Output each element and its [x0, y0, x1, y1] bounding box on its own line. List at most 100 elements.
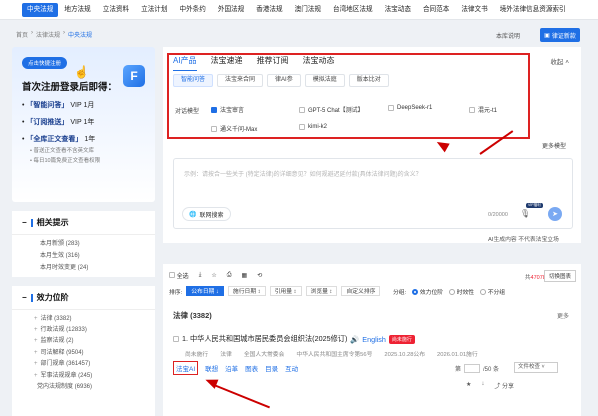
level-label: 党内法规制度 (6936) — [37, 383, 93, 390]
level-judicial[interactable]: + 司法解释 (9504) — [12, 347, 155, 358]
chart-icon[interactable]: ▦ — [242, 272, 248, 279]
level-dept[interactable]: + 部门规章 (361457) — [12, 359, 155, 370]
benefit-value: VIP 1年 — [70, 119, 95, 126]
nav-local[interactable]: 地方法规 — [58, 0, 96, 20]
expand-icon[interactable]: + — [34, 372, 38, 380]
web-search-toggle[interactable]: 🌐 联网搜索 — [182, 207, 231, 221]
related-effective[interactable]: 本月生效 (316) — [12, 250, 155, 262]
result-item-title[interactable]: 1. 中华人民共和国城市居民委员会组织法(2025修订) 🔊 English 尚… — [173, 334, 415, 344]
group-none[interactable]: 不分组 — [480, 287, 505, 296]
select-all[interactable]: 全选 — [169, 271, 189, 280]
library-help-link[interactable]: 本库说明 — [496, 31, 520, 40]
microphone-icon[interactable]: 🎙 — [520, 209, 530, 218]
group-validity[interactable]: 时效性 — [449, 287, 474, 296]
pay-button[interactable]: ▣ 律证新款 — [540, 28, 580, 42]
nav-hk[interactable]: 香港法规 — [250, 0, 288, 20]
checkbox[interactable] — [173, 336, 179, 342]
level-party[interactable]: 党内法规制度 (6936) — [12, 381, 155, 392]
benefit-value: 1年 — [84, 136, 96, 143]
nav-legislation[interactable]: 立法资料 — [97, 0, 135, 20]
level-label: 军事法规规章 (245) — [40, 372, 93, 379]
benefit-name: 「全库正文查看」 — [26, 136, 83, 143]
nav-foreign[interactable]: 外国法规 — [212, 0, 250, 20]
nav-taiwan[interactable]: 台湾地区法规 — [327, 0, 379, 20]
radio[interactable] — [480, 289, 487, 296]
switch-chart-button[interactable]: 切换图表 — [544, 270, 577, 282]
related-changed[interactable]: 本月时效变更 (24) — [12, 262, 155, 274]
benefit-fulltext: • 「全库正文查看」 1年 — [22, 136, 96, 143]
english-link[interactable]: English — [362, 335, 386, 344]
radio[interactable] — [449, 289, 456, 296]
result-actions: 法宝AI 联想 沿革 图表 目录 互动 — [173, 361, 298, 375]
nav-plan[interactable]: 立法计划 — [135, 0, 173, 20]
download-icon[interactable]: ↓ — [481, 381, 484, 390]
collapse-button[interactable]: 收起 ˄ — [550, 56, 569, 66]
link-association[interactable]: 联想 — [205, 363, 218, 375]
level-law[interactable]: + 法律 (3382) — [12, 313, 155, 324]
nav-news[interactable]: 法宝动态 — [379, 0, 417, 20]
highlight-box-ai — [167, 53, 530, 139]
crumb-laws[interactable]: 法律法规 — [36, 30, 60, 39]
section-more-link[interactable]: 更多 — [557, 311, 569, 320]
sort-effective-date[interactable]: 施行日期 ↕ — [227, 286, 266, 296]
print-icon[interactable]: ⎙ — [227, 272, 232, 279]
speaker-icon[interactable]: 🔊 — [350, 335, 359, 344]
level-supervision[interactable]: + 监察法规 (2) — [12, 336, 155, 347]
level-military[interactable]: + 军事法规规章 (245) — [12, 370, 155, 381]
select-all-label: 全选 — [176, 274, 189, 280]
levels-title[interactable]: − 效力位阶 — [12, 286, 155, 310]
meta-issuer: 全国人大常委会 — [243, 352, 285, 358]
levels-panel: − 效力位阶 + 法律 (3382) + 行政法规 (12833) + 监察法规 (2)… — [12, 286, 155, 416]
nav-overseas[interactable]: 境外法律信息资源索引 — [494, 0, 572, 20]
fabao-ai-link[interactable]: 法宝AI — [173, 361, 199, 375]
link-history[interactable]: 沿革 — [225, 363, 238, 375]
favorite-icon[interactable]: ★ — [466, 381, 471, 390]
meta-effective-date: 2026.01.01施行 — [437, 352, 478, 358]
result-title-text[interactable]: 1. 中华人民共和国城市居民委员会组织法(2025修订) — [182, 334, 347, 344]
link-interact[interactable]: 互动 — [285, 363, 298, 375]
send-arrow-icon: ➤ — [552, 211, 558, 218]
send-button[interactable]: ➤ — [548, 207, 562, 221]
sort-custom[interactable]: 自定义排序 — [341, 286, 381, 296]
checkbox[interactable] — [169, 272, 175, 278]
sort-publish-date[interactable]: 公布日期 ↓ — [186, 286, 224, 296]
nav-docs[interactable]: 法律文书 — [455, 0, 493, 20]
level-label: 部门规章 (361457) — [40, 361, 91, 368]
nav-macau[interactable]: 澳门法规 — [289, 0, 327, 20]
clear-icon[interactable]: ⟲ — [257, 272, 262, 279]
share-button[interactable]: ⤴ 分享 — [494, 381, 514, 390]
link-toc[interactable]: 目录 — [265, 363, 278, 375]
group-label: 分组: — [393, 290, 407, 296]
expand-icon[interactable]: + — [34, 349, 38, 357]
expand-icon[interactable]: + — [34, 360, 38, 368]
nav-central[interactable]: 中央法规 — [22, 2, 59, 17]
level-label: 行政法规 (12833) — [40, 326, 87, 333]
results-panel: 全选 ⤓ ☆ ⎙ ▦ ⟲ 共470787篇 切换图表 排序: 公布日期 ↓ 施行… — [163, 264, 581, 416]
section-title: 法律 (3382) — [173, 311, 212, 320]
crumb-home[interactable]: 首页 — [16, 30, 28, 39]
question-input[interactable]: 示例：请按合一些关于 (特定法律)的详细意见？如何规避迟延付款(具体法律问题)的… — [173, 158, 573, 229]
level-admin[interactable]: + 行政法规 (12833) — [12, 324, 155, 335]
link-chart[interactable]: 图表 — [245, 363, 258, 375]
radio-selected[interactable] — [412, 289, 419, 296]
related-title[interactable]: − 相关提示 — [12, 211, 155, 235]
quick-register-tag[interactable]: 点击快捷注册 — [22, 57, 68, 69]
input-placeholder: 示例：请按合一些关于 (特定法律)的详细意见？如何规避迟延付款(具体法律问题)的… — [184, 172, 422, 178]
file-compare-select[interactable]: 文件校查 ˅ — [514, 362, 558, 373]
nav-contract[interactable]: 合同范本 — [417, 0, 455, 20]
page-label: 第 — [455, 367, 462, 373]
register-promo[interactable]: 点击快捷注册 ☝ F 首次注册登录后即得： • 「智能问答」 VIP 1月 • … — [12, 47, 155, 202]
expand-icon[interactable]: + — [34, 337, 38, 345]
sort-citations[interactable]: 引用量 ↕ — [269, 286, 302, 296]
more-models-link[interactable]: 更多模型 — [542, 141, 566, 150]
article-number-input[interactable] — [464, 364, 481, 373]
sort-views[interactable]: 浏览量 ↕ — [305, 286, 338, 296]
meta-status: 尚未施行 — [185, 352, 209, 358]
expand-icon[interactable]: + — [34, 326, 38, 334]
related-new[interactable]: 本月新颁 (283) — [12, 238, 155, 250]
star-icon[interactable]: ☆ — [211, 272, 216, 279]
group-level[interactable]: 效力位阶 — [412, 287, 443, 296]
download-icon[interactable]: ⤓ — [199, 272, 202, 279]
nav-treaty[interactable]: 中外条约 — [174, 0, 212, 20]
expand-icon[interactable]: + — [34, 315, 38, 323]
